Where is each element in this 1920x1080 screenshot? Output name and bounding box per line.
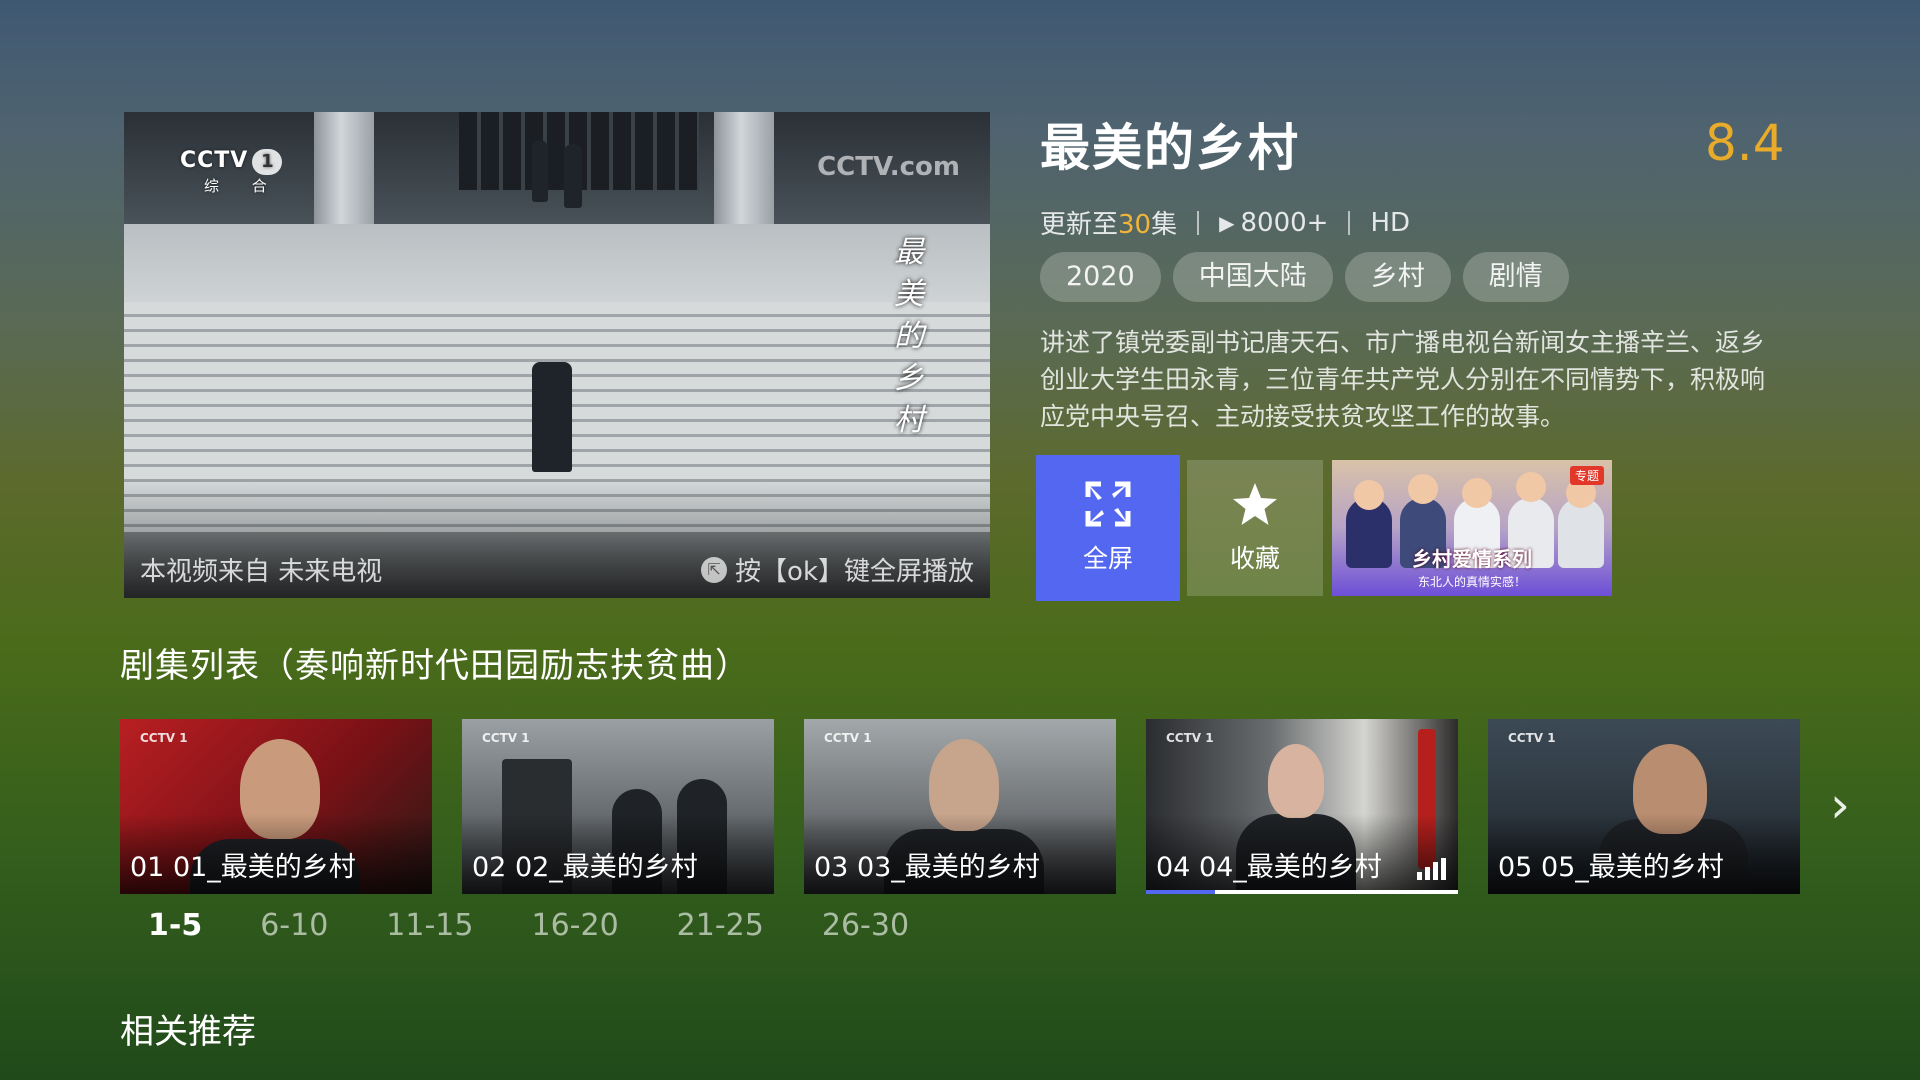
range-tab-1-5[interactable]: 1-5	[148, 908, 202, 943]
episode-thumb-face	[1268, 744, 1324, 818]
video-frame-pillar	[314, 112, 374, 237]
fullscreen-hint: ⇱ 按【ok】键全屏播放	[701, 551, 974, 588]
quality-label: HD	[1370, 207, 1411, 238]
now-playing-icon	[1417, 858, 1446, 880]
video-frame-person	[532, 362, 572, 472]
video-frame-person	[564, 144, 582, 208]
episode-card-4[interactable]: CCTV 1 04 04_最美的乡村	[1146, 719, 1458, 894]
fullscreen-button[interactable]: 全屏	[1036, 455, 1180, 601]
episode-progress-bar	[1146, 890, 1458, 894]
range-tab-11-15[interactable]: 11-15	[386, 908, 473, 943]
episode-card-1[interactable]: CCTV 1 01 01_最美的乡村	[120, 719, 432, 894]
favorite-button[interactable]: 收藏	[1187, 460, 1323, 596]
update-status: 更新至30集	[1040, 210, 1178, 240]
range-tab-6-10[interactable]: 6-10	[260, 908, 328, 943]
episode-card-5[interactable]: CCTV 1 05 05_最美的乡村	[1488, 719, 1800, 894]
tag-genre: 剧情	[1462, 252, 1569, 302]
video-frame-plaza	[124, 224, 990, 304]
tag-region: 中国大陆	[1172, 252, 1333, 302]
episode-label: 02 02_最美的乡村	[472, 852, 698, 883]
episode-channel-logo: CCTV 1	[1166, 731, 1214, 745]
episode-progress-fill	[1146, 890, 1215, 894]
show-rating: 8.4	[1705, 114, 1785, 172]
episode-card-2[interactable]: CCTV 1 02 02_最美的乡村	[462, 719, 774, 894]
fullscreen-label: 全屏	[1082, 544, 1133, 573]
meta-divider	[1197, 210, 1200, 235]
play-count: 8000+	[1240, 207, 1329, 238]
episode-channel-logo: CCTV 1	[482, 731, 530, 745]
video-frame-pillar	[714, 112, 774, 237]
range-tab-21-25[interactable]: 21-25	[677, 908, 764, 943]
related-recommend-heading: 相关推荐	[120, 1012, 256, 1052]
video-frame-person	[532, 140, 548, 202]
episode-label: 04 04_最美的乡村	[1156, 852, 1382, 883]
show-description: 讲述了镇党委副书记唐天石、市广播电视台新闻女主播辛兰、返乡创业大学生田永青，三位…	[1040, 328, 1766, 431]
video-vertical-title: 最美的乡村	[894, 235, 924, 438]
remote-ok-icon: ⇱	[701, 556, 728, 583]
episode-channel-logo: CCTV 1	[824, 731, 872, 745]
episode-channel-logo: CCTV 1	[1508, 731, 1556, 745]
episode-label: 05 05_最美的乡村	[1498, 852, 1724, 883]
video-player[interactable]: CCTV 1 综 合 CCTV.com 最美的乡村 本视频来自 未来电视 ⇱ 按【…	[124, 112, 990, 598]
range-tab-26-30[interactable]: 26-30	[822, 908, 909, 943]
watermark: CCTV.com	[817, 152, 960, 182]
episode-label: 03 03_最美的乡村	[814, 852, 1040, 883]
channel-logo: CCTV 1 综 合	[180, 148, 283, 195]
banner-face	[1516, 472, 1546, 502]
banner-face	[1354, 480, 1384, 510]
episode-range-tabs: 1-5 6-10 11-15 16-20 21-25 26-30	[148, 908, 967, 943]
promo-banner-village-love[interactable]: 专题 乡村爱情系列 东北人的真情实感！	[1332, 460, 1612, 596]
favorite-label: 收藏	[1229, 544, 1280, 573]
banner-title: 乡村爱情系列	[1412, 547, 1532, 571]
video-source-text: 本视频来自 未来电视	[140, 557, 383, 587]
banner-badge: 专题	[1569, 466, 1604, 485]
meta-divider	[1348, 210, 1351, 235]
episode-label: 01 01_最美的乡村	[130, 852, 356, 883]
banner-face	[1462, 478, 1492, 508]
episode-card-3[interactable]: CCTV 1 03 03_最美的乡村	[804, 719, 1116, 894]
range-tab-16-20[interactable]: 16-20	[531, 908, 618, 943]
show-meta: 更新至30集 ▶ 8000+ HD	[1040, 204, 1410, 241]
star-icon	[1233, 483, 1277, 525]
play-count-icon: ▶	[1219, 210, 1235, 235]
show-title: 最美的乡村	[1040, 119, 1300, 177]
tag-year: 2020	[1040, 252, 1161, 302]
episode-list-heading: 剧集列表（奏响新时代田园励志扶贫曲）	[120, 646, 750, 686]
tag-list: 2020 中国大陆 乡村 剧情	[1040, 252, 1569, 302]
fullscreen-icon	[1085, 481, 1131, 527]
episode-channel-logo: CCTV 1	[140, 731, 188, 745]
banner-subtitle: 东北人的真情实感！	[1417, 575, 1526, 589]
fullscreen-hint-text: 按【ok】键全屏播放	[735, 557, 974, 587]
banner-face	[1408, 474, 1438, 504]
chevron-right-icon[interactable]: ›	[1830, 776, 1850, 834]
tag-theme: 乡村	[1344, 252, 1451, 302]
